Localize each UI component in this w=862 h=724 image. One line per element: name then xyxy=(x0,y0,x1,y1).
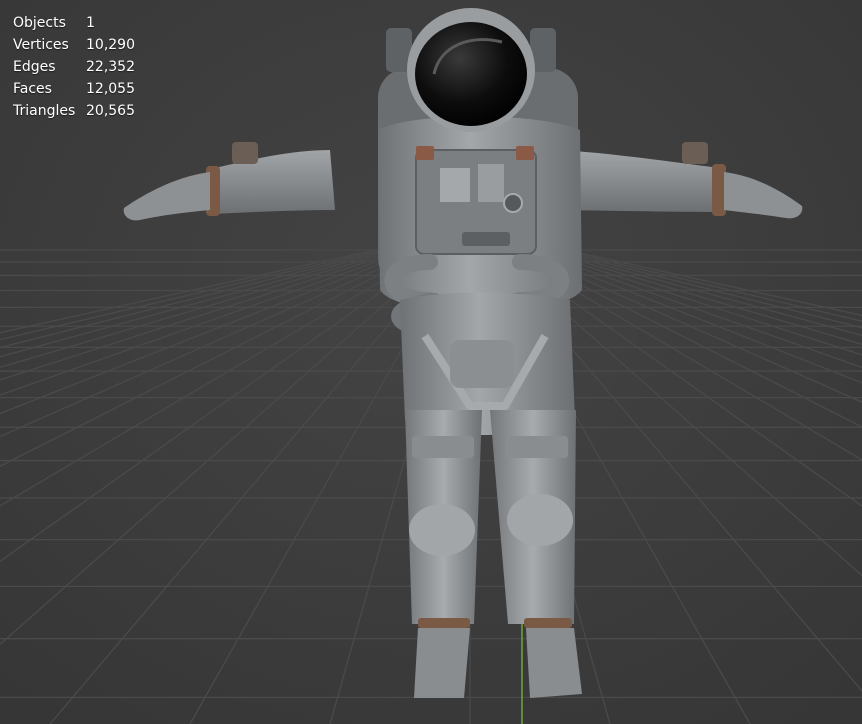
chest-dial xyxy=(503,193,523,213)
chest-accent-left xyxy=(416,146,434,160)
viewport-scene[interactable] xyxy=(0,0,862,724)
right-arm-valve xyxy=(682,142,708,164)
chest-panel-right xyxy=(478,164,504,202)
harness-buckle xyxy=(450,340,514,388)
chest-panel-left xyxy=(440,168,470,202)
right-boot xyxy=(526,628,582,698)
chest-connector xyxy=(462,232,510,246)
left-knee-pad xyxy=(409,504,475,556)
left-boot xyxy=(414,628,470,698)
right-ankle-band xyxy=(524,618,572,628)
right-knee-pad xyxy=(507,494,573,546)
left-ankle-band xyxy=(418,618,470,628)
3d-viewport[interactable]: Objects 1 Vertices 10,290 Edges 22,352 F… xyxy=(0,0,862,724)
left-arm-valve xyxy=(232,142,258,164)
right-thigh-pocket xyxy=(506,436,568,458)
helmet-visor xyxy=(415,22,527,126)
chest-accent-right xyxy=(516,146,534,160)
left-thigh-pocket xyxy=(412,436,474,458)
right-wrist-band xyxy=(712,164,726,216)
